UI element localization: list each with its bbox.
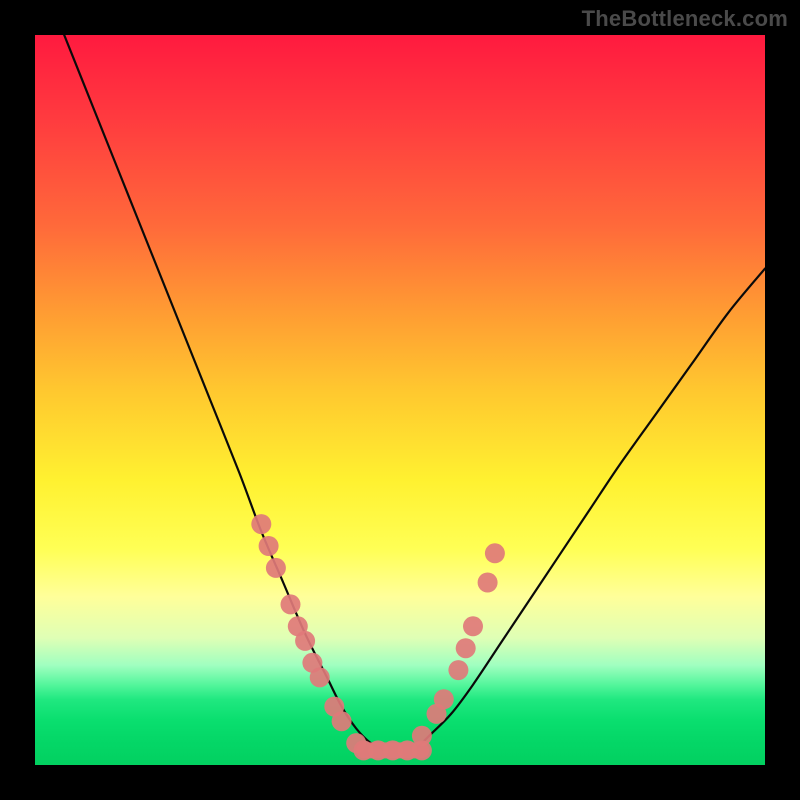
curve-group bbox=[64, 35, 765, 750]
data-marker bbox=[259, 536, 279, 556]
data-marker bbox=[332, 711, 352, 731]
data-marker bbox=[478, 573, 498, 593]
data-marker bbox=[434, 689, 454, 709]
chart-frame: TheBottleneck.com bbox=[0, 0, 800, 800]
data-marker bbox=[448, 660, 468, 680]
curves-layer bbox=[35, 35, 765, 765]
data-marker bbox=[295, 631, 315, 651]
data-marker bbox=[266, 558, 286, 578]
data-marker bbox=[456, 638, 476, 658]
data-marker bbox=[310, 667, 330, 687]
data-marker bbox=[412, 740, 432, 760]
data-marker bbox=[463, 616, 483, 636]
data-marker bbox=[251, 514, 271, 534]
curve-right-curve bbox=[415, 269, 765, 751]
plot-area bbox=[35, 35, 765, 765]
curve-left-curve bbox=[64, 35, 385, 750]
data-marker bbox=[281, 594, 301, 614]
marker-group bbox=[251, 514, 505, 760]
data-marker bbox=[485, 543, 505, 563]
watermark-text: TheBottleneck.com bbox=[582, 6, 788, 32]
